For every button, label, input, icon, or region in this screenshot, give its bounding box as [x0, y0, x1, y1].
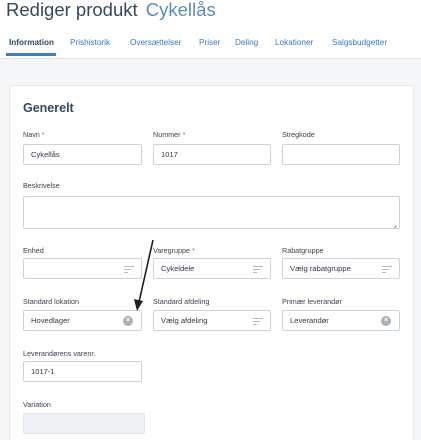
- annotation-arrow: [134, 239, 154, 311]
